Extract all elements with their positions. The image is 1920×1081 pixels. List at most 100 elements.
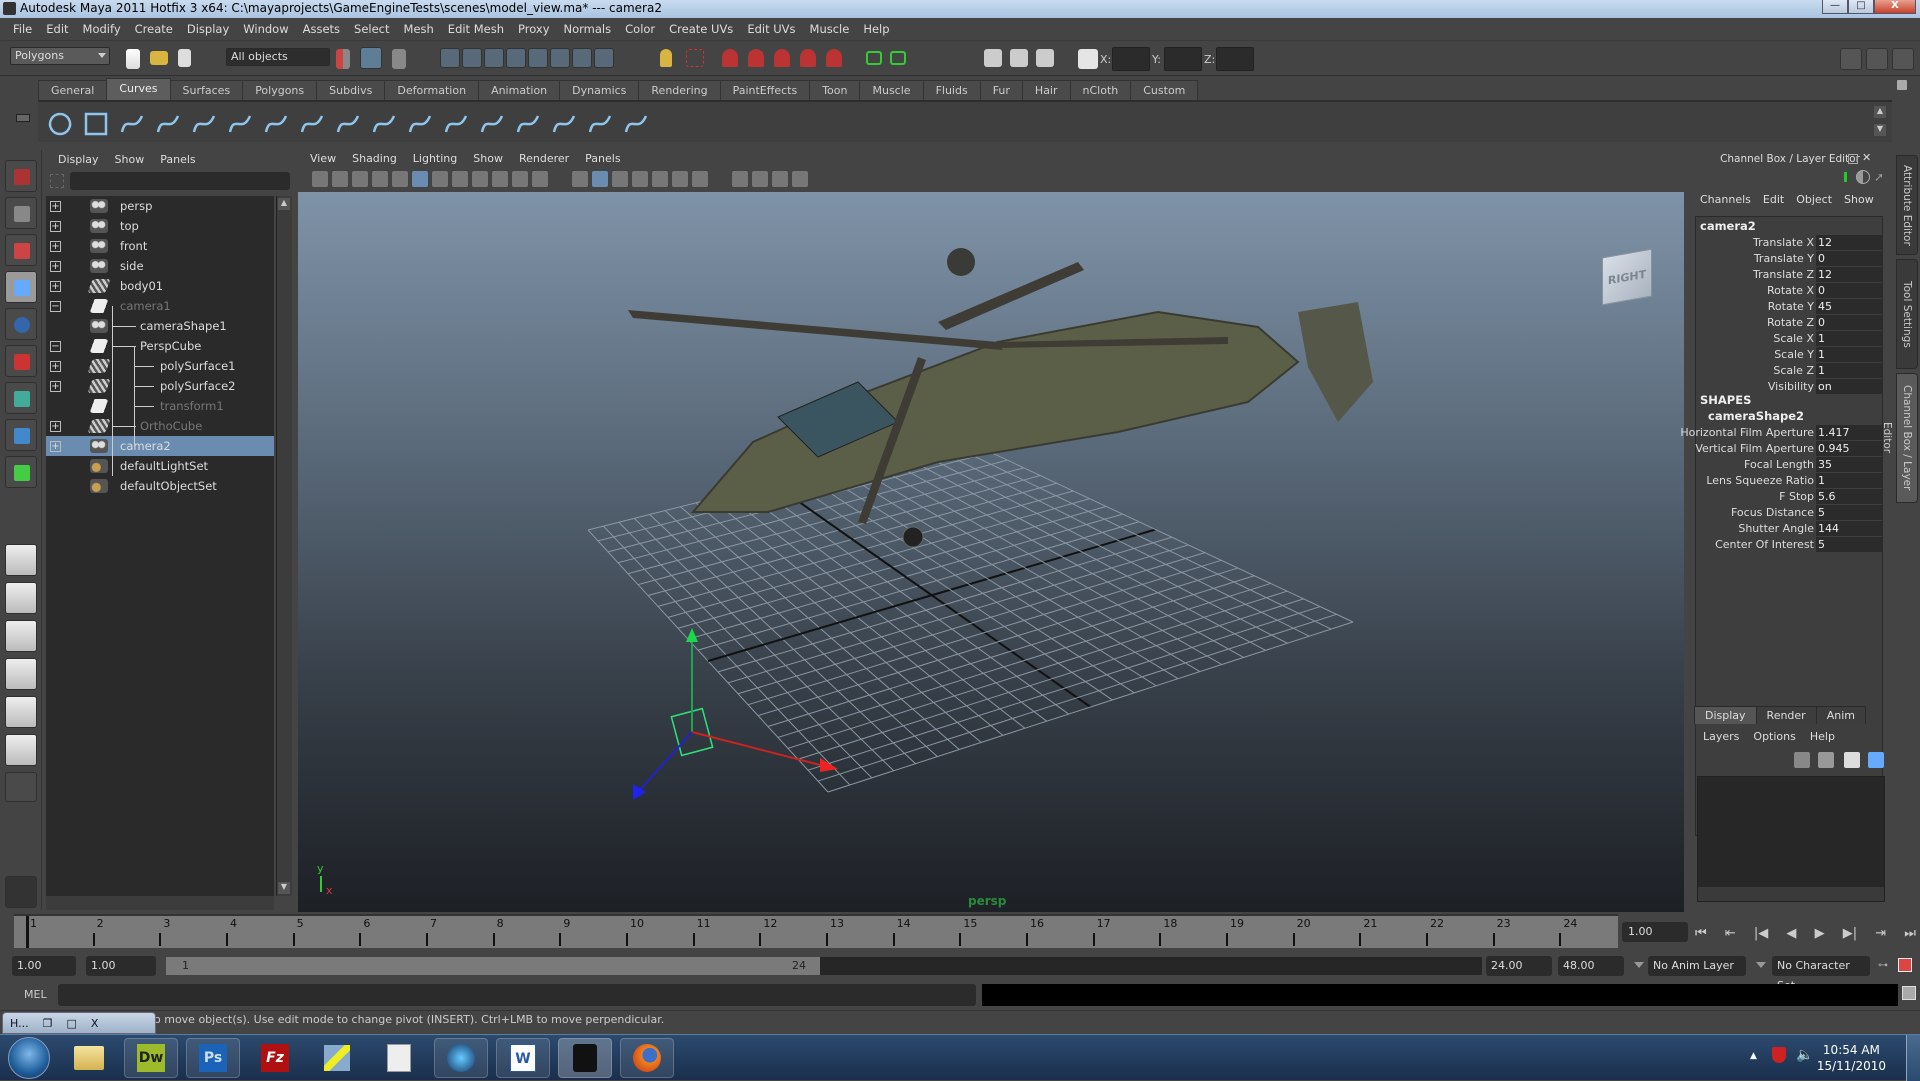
- helicopter-model[interactable]: [628, 248, 1373, 548]
- new-scene-icon[interactable]: [126, 49, 140, 69]
- all-lights-icon[interactable]: [672, 171, 688, 187]
- shelf-scroll-up-icon[interactable]: ▲: [1874, 106, 1886, 118]
- step-forward-key-button[interactable]: ⇥: [1875, 926, 1886, 941]
- channel-value[interactable]: 1: [1816, 347, 1882, 362]
- channel-menu-show[interactable]: Show: [1838, 190, 1880, 210]
- channel-name[interactable]: Scale Z: [1773, 363, 1814, 379]
- shape-channel-f-stop[interactable]: F Stop 5.6: [1696, 489, 1882, 505]
- outliner-item-persp[interactable]: + persp: [46, 196, 274, 216]
- channel-value[interactable]: 1.417: [1816, 425, 1882, 440]
- minimized-window-title[interactable]: H...: [3, 1017, 36, 1030]
- outliner-item-front[interactable]: + front: [46, 236, 274, 256]
- viewport-canvas[interactable]: RIGHT persp y x: [298, 192, 1684, 912]
- taskbar-word[interactable]: W: [496, 1038, 550, 1078]
- fillet-curve-icon[interactable]: [370, 110, 398, 138]
- channel-menu-edit[interactable]: Edit: [1757, 190, 1790, 210]
- minimized-window[interactable]: H... ❐ □ X: [2, 1012, 156, 1034]
- menu-create-uvs[interactable]: Create UVs: [662, 22, 740, 36]
- ep-curve-icon[interactable]: [154, 110, 182, 138]
- channel-value[interactable]: 0: [1816, 283, 1882, 298]
- layer-menu-layers[interactable]: Layers: [1696, 728, 1746, 746]
- offset-curve-icon[interactable]: [262, 110, 290, 138]
- channel-value[interactable]: 5: [1816, 505, 1882, 520]
- safe-action-icon[interactable]: [512, 171, 528, 187]
- arc-tool-icon[interactable]: [226, 110, 254, 138]
- close-icon[interactable]: X: [84, 1017, 106, 1030]
- shelf-tab-fluids[interactable]: Fluids: [922, 80, 981, 100]
- play-forwards-button[interactable]: ▶: [1815, 926, 1825, 941]
- menu-window[interactable]: Window: [236, 22, 295, 36]
- shelf-tab-general[interactable]: General: [38, 80, 108, 100]
- channel-value[interactable]: 1: [1816, 363, 1882, 378]
- taskbar-network[interactable]: [310, 1038, 364, 1078]
- shape-channel-lens-squeeze-ratio[interactable]: Lens Squeeze Ratio 1: [1696, 473, 1882, 489]
- step-back-key-button[interactable]: ⇤: [1725, 926, 1736, 941]
- universal-manipulator-icon[interactable]: [5, 382, 37, 414]
- snap-point-icon[interactable]: [484, 48, 504, 68]
- collapse-icon[interactable]: −: [50, 341, 61, 352]
- xray-icon[interactable]: [752, 171, 768, 187]
- channel-name[interactable]: Rotate X: [1767, 283, 1814, 299]
- isolate-select-icon[interactable]: [732, 171, 748, 187]
- channel-name[interactable]: Focus Distance: [1731, 505, 1814, 521]
- channel-menu-channels[interactable]: Channels: [1694, 190, 1757, 210]
- move-tool-icon[interactable]: [5, 271, 37, 303]
- trash-icon[interactable]: [1897, 80, 1911, 90]
- menu-create[interactable]: Create: [128, 22, 180, 36]
- shelf-tab-animation[interactable]: Animation: [478, 80, 561, 100]
- hud-icon[interactable]: [792, 171, 808, 187]
- channel-value[interactable]: 12: [1816, 267, 1882, 282]
- layer-tab-display[interactable]: Display: [1694, 706, 1757, 724]
- channel-value[interactable]: 5: [1816, 537, 1882, 552]
- scroll-down-icon[interactable]: ▼: [278, 882, 290, 894]
- channel-value[interactable]: 1: [1816, 473, 1882, 488]
- shelf-tab-deformation[interactable]: Deformation: [384, 80, 480, 100]
- lasso-tool-icon[interactable]: [5, 197, 37, 229]
- open-scene-icon[interactable]: [150, 51, 168, 65]
- show-desktop-button[interactable]: [1906, 1035, 1920, 1081]
- auto-key-icon[interactable]: ⊶: [1878, 960, 1892, 971]
- ipr-clapper-icon[interactable]: [984, 49, 1002, 67]
- render-sequence-icon[interactable]: [800, 49, 816, 67]
- channel-value[interactable]: 0: [1816, 315, 1882, 330]
- outliner-menu-panels[interactable]: Panels: [152, 150, 203, 170]
- snap-grid-icon[interactable]: [440, 48, 460, 68]
- shape-channel-vertical-film-aperture[interactable]: Vertical Film Aperture 0.945: [1695, 441, 1882, 457]
- time-slider[interactable]: 1 2 3 4 5 6 7 8 9 10 11 12 13 14 15 16 17 18 19 20 21 22 23 24: [14, 914, 1618, 948]
- speed-icon[interactable]: [1856, 170, 1870, 184]
- channel-name[interactable]: F Stop: [1779, 489, 1814, 505]
- clock[interactable]: 10:54 AM 15/11/2010: [1817, 1042, 1886, 1074]
- outliner-item-defaultlightset[interactable]: defaultLightSet: [46, 456, 274, 476]
- camera-attributes-icon[interactable]: [332, 171, 348, 187]
- outliner-item-polysurface2[interactable]: + polySurface2: [46, 376, 274, 396]
- outliner-item-defaultobjectset[interactable]: defaultObjectSet: [46, 476, 274, 496]
- menu-edit-uvs[interactable]: Edit UVs: [740, 22, 802, 36]
- viewcube[interactable]: RIGHT: [1598, 247, 1656, 306]
- expand-icon[interactable]: +: [50, 201, 61, 212]
- snap-face-icon[interactable]: [572, 48, 592, 68]
- go-to-end-button[interactable]: ⏭: [1904, 926, 1916, 941]
- menu-proxy[interactable]: Proxy: [511, 22, 557, 36]
- curve-editing-icon[interactable]: [586, 110, 614, 138]
- snap-curve-icon[interactable]: [462, 48, 482, 68]
- hypershade-persp-layout-icon[interactable]: [5, 696, 37, 728]
- field-chart-icon[interactable]: [492, 171, 508, 187]
- channel-value[interactable]: 144: [1816, 521, 1882, 536]
- scale-tool-icon[interactable]: [5, 345, 37, 377]
- channel-translate-y[interactable]: Translate Y0: [1696, 251, 1882, 267]
- channel-value[interactable]: 0.945: [1816, 441, 1882, 456]
- menu-edit-mesh[interactable]: Edit Mesh: [441, 22, 511, 36]
- layout-dropdown-icon[interactable]: [5, 772, 37, 802]
- current-frame-field[interactable]: 1.00: [1622, 922, 1688, 942]
- pencil-curve-icon[interactable]: [190, 110, 218, 138]
- insert-knot-icon[interactable]: [478, 110, 506, 138]
- expand-icon[interactable]: +: [50, 421, 61, 432]
- layer-menu-options[interactable]: Options: [1746, 728, 1802, 746]
- layer-tab-render[interactable]: Render: [1755, 706, 1817, 724]
- grid-toggle-icon[interactable]: [412, 171, 428, 187]
- range-slider-handle[interactable]: 1 24: [166, 957, 820, 975]
- taskbar-itunes[interactable]: [434, 1038, 488, 1078]
- shape-channel-focus-distance[interactable]: Focus Distance 5: [1696, 505, 1882, 521]
- outliner-menu-show[interactable]: Show: [107, 150, 153, 170]
- filter-icon[interactable]: [50, 174, 64, 188]
